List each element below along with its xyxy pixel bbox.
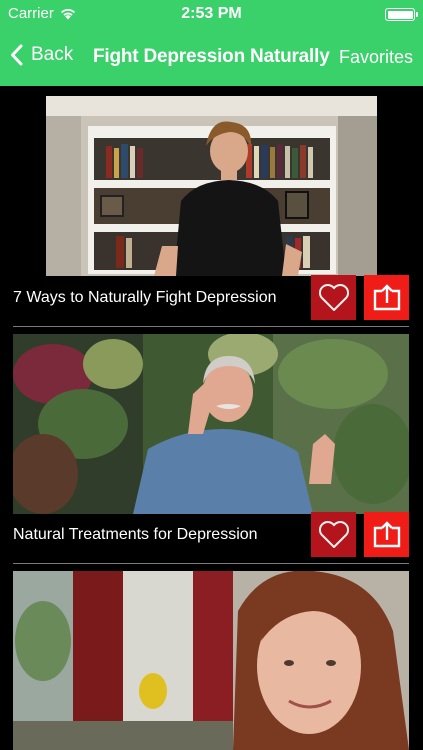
video-card: 7 Ways to Naturally Fight Depression (0, 86, 423, 330)
divider (13, 563, 409, 564)
page-title: Fight Depression Naturally (93, 46, 330, 67)
chevron-left-icon (11, 44, 23, 66)
back-label: Back (31, 44, 74, 65)
battery-icon (385, 8, 418, 21)
video-thumbnail[interactable] (46, 96, 377, 276)
video-thumbnail[interactable] (13, 334, 409, 514)
video-thumbnail[interactable] (13, 571, 409, 750)
app-screen: Carrier 2:53 PM Back Fight Depression Na… (0, 0, 423, 750)
heart-outline-icon (318, 520, 349, 548)
favorite-button[interactable] (311, 275, 356, 320)
navigation-bar: Back Fight Depression Naturally Favorite… (0, 30, 423, 86)
video-card: Natural Treatments for Depression (0, 330, 423, 566)
video-title[interactable]: Natural Treatments for Depression (13, 526, 258, 544)
back-button[interactable]: Back (10, 44, 73, 66)
status-bar: Carrier 2:53 PM (0, 0, 423, 30)
video-card (0, 566, 423, 750)
share-icon (373, 520, 400, 547)
share-button[interactable] (364, 275, 409, 320)
clock: 2:53 PM (181, 5, 242, 22)
video-title[interactable]: 7 Ways to Naturally Fight Depression (13, 289, 277, 307)
battery-fill (387, 10, 413, 19)
thumbnail-image-bookshelf (46, 96, 377, 276)
share-button[interactable] (364, 512, 409, 557)
video-list: 7 Ways to Naturally Fight Depression Nat… (0, 86, 423, 750)
thumbnail-image-woman (13, 571, 409, 750)
heart-outline-icon (318, 283, 349, 311)
favorite-button[interactable] (311, 512, 356, 557)
favorites-button[interactable]: Favorites (339, 47, 413, 68)
divider (13, 326, 409, 327)
share-icon (373, 283, 400, 310)
thumbnail-image-garden (13, 334, 409, 514)
